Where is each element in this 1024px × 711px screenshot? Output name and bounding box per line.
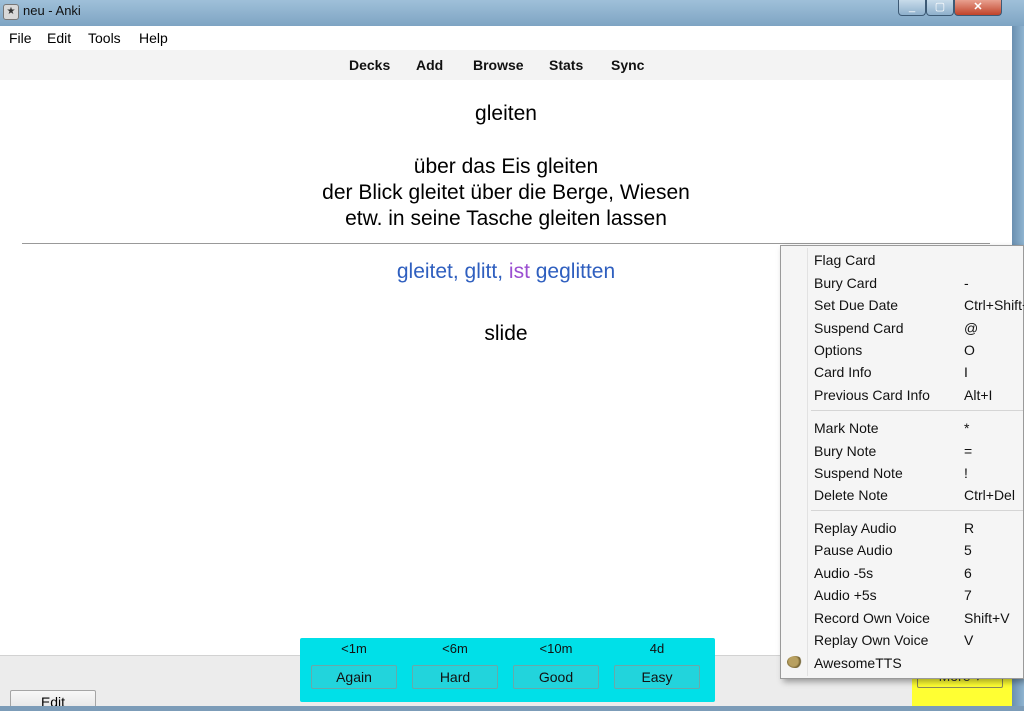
toolbar-add[interactable]: Add (416, 57, 443, 73)
verb-forms-aux: ist (508, 260, 530, 283)
menu-separator (811, 510, 1023, 511)
anki-app-icon: ★ (3, 4, 19, 20)
menu-item-shortcut: 5 (964, 542, 972, 558)
menu-item-flag-card[interactable]: Flag Card (781, 249, 1024, 271)
menu-item-shortcut: R (964, 520, 975, 536)
menu-item-label: Mark Note (814, 420, 879, 436)
minimize-button[interactable]: _ (898, 0, 926, 16)
menu-item-label: Suspend Note (814, 465, 903, 481)
toolbar-sync[interactable]: Sync (611, 57, 644, 73)
menu-item-delete-note[interactable]: Delete Note Ctrl+Del (781, 484, 1024, 506)
card-example: über das Eis gleiten (413, 155, 599, 178)
menu-item-label: Audio +5s (814, 587, 877, 603)
menu-item-label: Previous Card Info (814, 387, 930, 403)
again-interval: <1m (341, 641, 367, 656)
menu-item-label: Card Info (814, 364, 872, 380)
more-context-menu: Flag Card Bury Card - Set Due Date Ctrl+… (780, 245, 1024, 679)
menu-item-replay-own-voice[interactable]: Replay Own Voice V (781, 629, 1024, 651)
toolbar-stats[interactable]: Stats (549, 57, 583, 73)
menu-separator (811, 410, 1023, 411)
card-front-word: gleiten (475, 102, 537, 125)
menu-item-previous-card-info[interactable]: Previous Card Info Alt+I (781, 384, 1024, 406)
menu-item-label: Delete Note (814, 487, 888, 503)
menu-item-label: Replay Audio (814, 520, 897, 536)
card-example: der Blick gleitet über die Berge, Wiesen (322, 181, 690, 204)
menu-item-label: Bury Note (814, 443, 877, 459)
menu-bar: File Edit Tools Help (0, 26, 1012, 50)
menu-item-mark-note[interactable]: Mark Note * (781, 417, 1024, 439)
window-title: neu - Anki (23, 3, 81, 18)
hard-button[interactable]: Hard (412, 665, 498, 689)
menu-item-shortcut: Shift+V (964, 610, 1010, 626)
close-button[interactable]: ✕ (954, 0, 1002, 16)
menu-item-label: AwesomeTTS (814, 655, 902, 671)
menu-item-shortcut: ! (964, 465, 968, 481)
menu-item-replay-audio[interactable]: Replay Audio R (781, 517, 1024, 539)
menu-item-label: Suspend Card (814, 320, 904, 336)
menu-item-label: Set Due Date (814, 297, 899, 313)
awesometts-icon (787, 656, 803, 668)
menu-file[interactable]: File (9, 30, 32, 46)
menu-item-audio-back[interactable]: Audio -5s 6 (781, 562, 1024, 584)
menu-item-suspend-card[interactable]: Suspend Card @ (781, 317, 1024, 339)
title-bar: ★ neu - Anki _ ▢ ✕ (0, 0, 1024, 26)
menu-edit[interactable]: Edit (47, 30, 71, 46)
verb-forms-part: gleitet, glitt, (396, 260, 509, 283)
menu-item-label: Bury Card (814, 275, 878, 291)
menu-item-options[interactable]: Options O (781, 339, 1024, 361)
menu-item-pause-audio[interactable]: Pause Audio 5 (781, 539, 1024, 561)
menu-item-record-own-voice[interactable]: Record Own Voice Shift+V (781, 607, 1024, 629)
menu-item-shortcut: I (964, 364, 968, 380)
menu-item-shortcut: * (964, 420, 970, 436)
menu-item-label: Replay Own Voice (814, 632, 929, 648)
menu-item-shortcut: Ctrl+Del (964, 487, 1015, 503)
toolbar-browse[interactable]: Browse (473, 57, 524, 73)
maximize-button[interactable]: ▢ (926, 0, 954, 16)
menu-item-shortcut: V (964, 632, 974, 648)
answer-divider (22, 243, 990, 244)
menu-item-set-due-date[interactable]: Set Due Date Ctrl+Shift+ (781, 294, 1024, 316)
menu-item-shortcut: Ctrl+Shift+ (964, 297, 1024, 313)
menu-item-suspend-note[interactable]: Suspend Note ! (781, 462, 1024, 484)
easy-button[interactable]: Easy (614, 665, 700, 689)
menu-item-audio-forward[interactable]: Audio +5s 7 (781, 584, 1024, 606)
menu-help[interactable]: Help (139, 30, 168, 46)
menu-item-bury-note[interactable]: Bury Note = (781, 440, 1024, 462)
verb-forms-part: geglitten (529, 260, 616, 283)
menu-item-label: Record Own Voice (814, 610, 930, 626)
menu-item-shortcut: - (964, 275, 969, 291)
hard-interval: <6m (442, 641, 468, 656)
menu-item-shortcut: O (964, 342, 975, 358)
menu-item-shortcut: 7 (964, 587, 972, 603)
menu-item-shortcut: 6 (964, 565, 972, 581)
easy-interval: 4d (649, 641, 665, 656)
good-button[interactable]: Good (513, 665, 599, 689)
menu-item-label: Pause Audio (814, 542, 893, 558)
menu-item-shortcut: Alt+I (964, 387, 993, 403)
menu-tools[interactable]: Tools (88, 30, 121, 46)
menu-item-label: Audio -5s (814, 565, 874, 581)
menu-item-bury-card[interactable]: Bury Card - (781, 272, 1024, 294)
menu-item-card-info[interactable]: Card Info I (781, 361, 1024, 383)
main-toolbar: Decks Add Browse Stats Sync (0, 50, 1012, 80)
menu-item-label: Options (814, 342, 863, 358)
again-button[interactable]: Again (311, 665, 397, 689)
menu-item-awesometts[interactable]: AwesomeTTS (781, 652, 1024, 674)
menu-item-label: Flag Card (814, 252, 876, 268)
menu-item-shortcut: = (964, 443, 973, 459)
window-bottom-edge (0, 706, 1024, 711)
answer-buttons-panel: <1m <6m <10m 4d Again Hard Good Easy (300, 638, 715, 702)
toolbar-decks[interactable]: Decks (349, 57, 390, 73)
card-example: etw. in seine Tasche gleiten lassen (345, 207, 667, 230)
good-interval: <10m (539, 641, 573, 656)
menu-item-shortcut: @ (964, 320, 979, 336)
